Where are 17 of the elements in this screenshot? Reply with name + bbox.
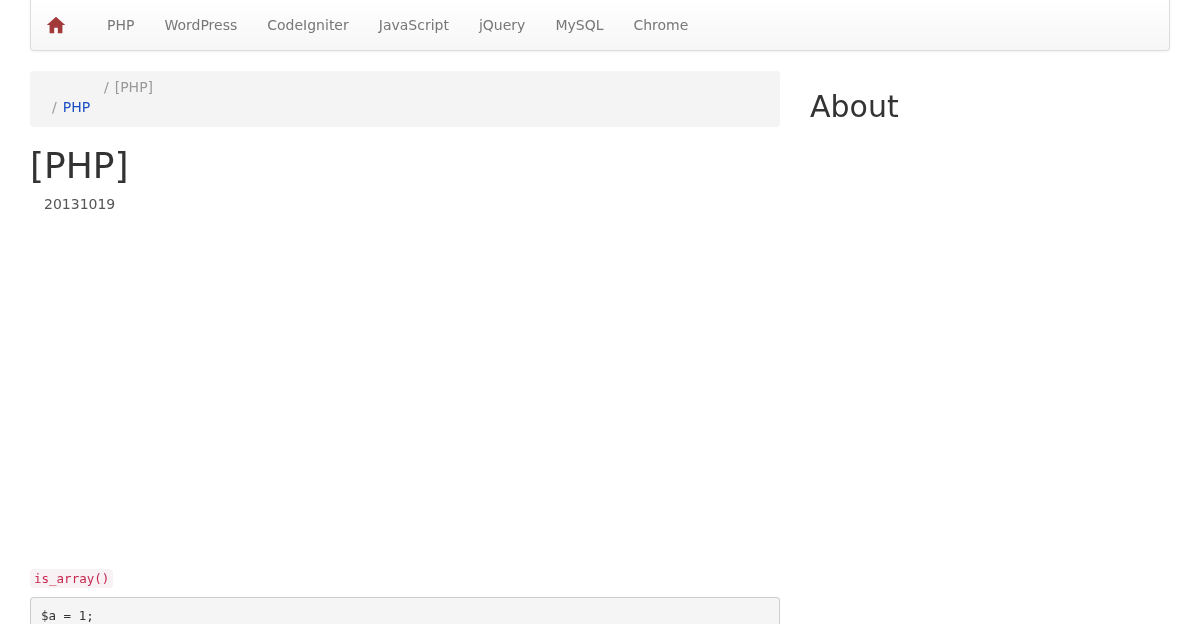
inline-code: is_array()	[30, 569, 114, 588]
home-icon[interactable]	[45, 14, 67, 36]
breadcrumb-link[interactable]: PHP	[62, 99, 91, 115]
article-date: 20131019	[43, 196, 117, 212]
nav-link[interactable]: MySQL	[540, 17, 619, 33]
nav-link[interactable]: WordPress	[149, 17, 253, 33]
code-block: $a = 1;	[30, 597, 780, 624]
article-title: [PHP]	[30, 145, 130, 186]
nav-link[interactable]: Chrome	[618, 17, 704, 33]
nav-link[interactable]: CodeIgniter	[252, 17, 364, 33]
nav-link[interactable]: PHP	[92, 17, 150, 33]
sidebar-title: About	[810, 89, 900, 124]
breadcrumb-separator: /	[104, 79, 109, 95]
breadcrumb-current: [PHP]	[114, 79, 154, 95]
nav-link[interactable]: JavaScript	[363, 17, 464, 33]
nav-link[interactable]: jQuery	[463, 17, 541, 33]
breadcrumb-separator: /	[52, 99, 57, 115]
